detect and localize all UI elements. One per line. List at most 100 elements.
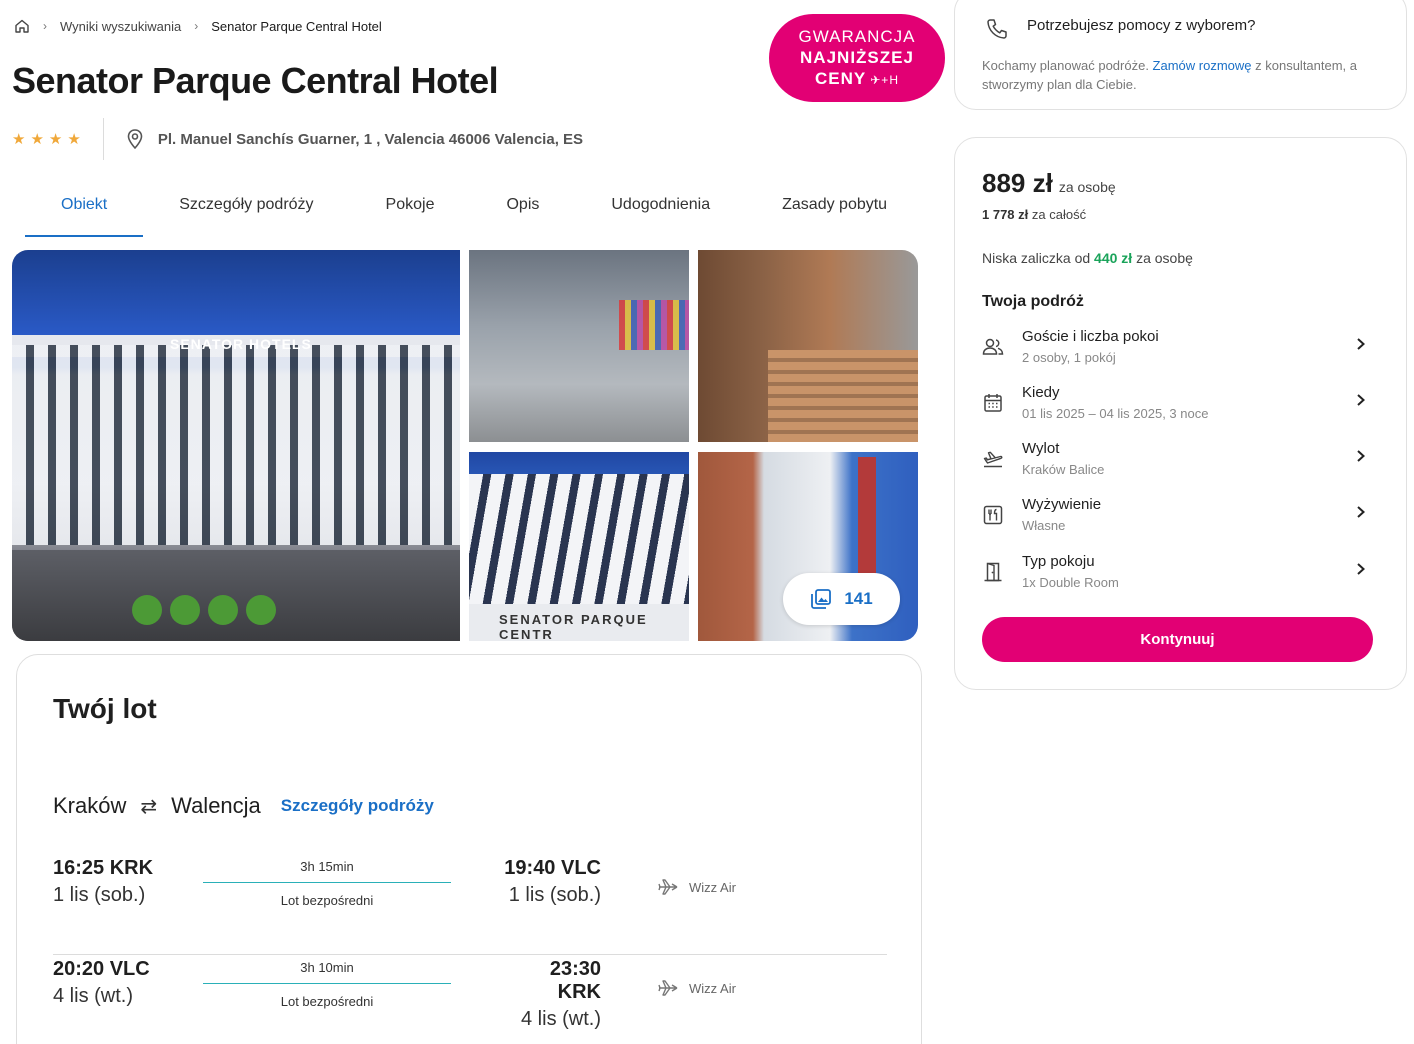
trip-row-value: 01 lis 2025 – 04 lis 2025, 3 noce [1022, 406, 1209, 421]
help-title: Potrzebujesz pomocy z wyborem? [1027, 17, 1256, 34]
trip-row-label: Typ pokoju [1022, 553, 1095, 570]
order-call-link[interactable]: Zamów rozmowę [1153, 58, 1252, 73]
leg-departure: 16:25 KRK 1 lis (sob.) [53, 857, 153, 907]
plane-hotel-icon: ✈+H [870, 73, 899, 87]
flight-leg-return: 20:20 VLC 4 lis (wt.) 3h 10min Lot bezpo… [53, 956, 887, 1044]
trip-row-label: Goście i liczba pokoi [1022, 328, 1159, 345]
stairs [768, 350, 918, 442]
leg-duration: 3h 15min Lot bezpośredni [203, 859, 451, 908]
page-title: Senator Parque Central Hotel [12, 60, 499, 101]
location-pin-icon [124, 128, 146, 150]
price-total-amount: 1 778 zł [982, 207, 1029, 222]
departure-date: 1 lis (sob.) [53, 884, 146, 906]
chevron-right-icon [1354, 502, 1368, 522]
continue-button[interactable]: Kontynuuj [982, 617, 1373, 662]
gallery-photo-entrance[interactable] [469, 250, 689, 442]
flight-leg-outbound: 16:25 KRK 1 lis (sob.) 3h 15min Lot bezp… [53, 855, 887, 955]
home-icon[interactable] [14, 18, 30, 34]
badge-line-2: NAJNIŻSZEJ [800, 48, 914, 67]
tab-szczegoly-podrozy[interactable]: Szczegóły podróży [143, 182, 349, 237]
tab-udogodnienia[interactable]: Udogodnienia [575, 182, 746, 237]
arrival-date: 1 lis (sob.) [508, 884, 601, 906]
flight-type: Lot bezpośredni [280, 994, 374, 1009]
building-facade [12, 345, 460, 545]
trip-row-label: Kiedy [1022, 384, 1060, 401]
trip-row-value: 1x Double Room [1022, 575, 1119, 590]
flight-card-title: Twój lot [53, 693, 157, 724]
leg-arrival: 23:30 KRK 4 lis (wt.) [503, 958, 601, 1031]
deposit-label: Niska zaliczka od [982, 250, 1091, 266]
hotel-info-row: ★ ★ ★ ★ Pl. Manuel Sanchís Guarner, 1 , … [12, 118, 583, 160]
hotel-tabs: Obiekt Szczegóły podróży Pokoje Opis Udo… [25, 182, 923, 237]
trip-row-guests[interactable]: Goście i liczba pokoi 2 osoby, 1 pokój [982, 328, 1372, 376]
plane-icon [657, 976, 681, 1000]
duration-line [203, 983, 451, 984]
plane-icon [657, 875, 681, 899]
arrival-time: 19:40 VLC [504, 857, 601, 879]
breadcrumb-item-search-results[interactable]: Wyniki wyszukiwania [60, 19, 181, 34]
address-text: Pl. Manuel Sanchís Guarner, 1 , Valencia… [157, 130, 584, 148]
trip-row-departure[interactable]: Wylot Kraków Balice [982, 440, 1372, 488]
photo-count: 141 [844, 589, 873, 608]
trip-row-dates[interactable]: Kiedy 01 lis 2025 – 04 lis 2025, 3 noce [982, 384, 1372, 432]
price-per-label: za osobę [1058, 179, 1116, 195]
tab-opis[interactable]: Opis [470, 182, 575, 237]
show-all-photos-button[interactable]: 141 [783, 573, 900, 625]
chevron-right-icon [1354, 334, 1368, 354]
door-icon [982, 561, 1004, 583]
gallery-photo-main[interactable]: SENATOR HOTELS [12, 250, 460, 641]
price-per-person: 889 zł za osobę [982, 168, 1116, 199]
duration-text: 3h 10min [300, 960, 354, 975]
star-icon: ★ [30, 131, 44, 148]
chevron-right-icon [1354, 446, 1368, 466]
tab-pokoje[interactable]: Pokoje [350, 182, 471, 237]
lowest-price-guarantee-badge[interactable]: GWARANCJA NAJNIŻSZEJ CENY ✈+H [769, 14, 945, 102]
price-amount: 889 zł [982, 168, 1053, 198]
flight-card: Twój lot Kraków ⇄ Walencja Szczegóły pod… [16, 654, 922, 1044]
trip-details-link[interactable]: Szczegóły podróży [281, 796, 434, 816]
help-text-before: Kochamy planować podróże. [982, 58, 1153, 73]
arrival-time: 23:30 KRK [549, 958, 601, 1003]
facade-stripes [469, 474, 689, 604]
chevron-right-icon [1354, 559, 1368, 579]
deposit-info: Niska zaliczka od 440 zł za osobę [982, 250, 1193, 266]
trip-row-value: 2 osoby, 1 pokój [1022, 350, 1116, 365]
help-text: Kochamy planować podróże. Zamów rozmowę … [982, 56, 1392, 94]
guests-icon [982, 336, 1004, 358]
badge-line-3: CENY ✈+H [769, 68, 945, 91]
leg-arrival: 19:40 VLC 1 lis (sob.) [503, 857, 601, 907]
airline: Wizz Air [657, 875, 736, 899]
gallery-icon [810, 588, 832, 610]
phone-icon [985, 17, 1009, 41]
chevron-right-icon: › [43, 19, 47, 33]
leg-departure: 20:20 VLC 4 lis (wt.) [53, 958, 150, 1008]
flags [619, 300, 689, 350]
tab-obiekt[interactable]: Obiekt [25, 182, 144, 237]
arrival-date: 4 lis (wt.) [521, 1008, 601, 1030]
star-icon: ★ [12, 131, 26, 148]
trip-row-room-type[interactable]: Typ pokoju 1x Double Room [982, 553, 1372, 601]
gallery-photo-lobby-stairs[interactable] [698, 250, 918, 442]
breadcrumb-item-current: Senator Parque Central Hotel [211, 18, 382, 34]
star-rating: ★ ★ ★ ★ [12, 130, 81, 148]
hotel-address: Pl. Manuel Sanchís Guarner, 1 , Valencia… [124, 128, 583, 150]
gallery-photo-facade[interactable]: SENATOR PARQUE CENTR [469, 452, 689, 641]
trees [132, 595, 276, 625]
departure-date: 4 lis (wt.) [53, 985, 133, 1007]
chevron-right-icon [1354, 390, 1368, 410]
hotel-sign: SENATOR HOTELS [170, 336, 312, 352]
trip-row-label: Wylot [1022, 440, 1060, 457]
flight-type: Lot bezpośredni [280, 893, 374, 908]
airline-name: Wizz Air [689, 980, 736, 996]
airline-name: Wizz Air [689, 879, 736, 895]
leg-duration: 3h 10min Lot bezpośredni [203, 960, 451, 1009]
star-icon: ★ [48, 131, 63, 148]
trip-row-meals[interactable]: Wyżywienie Własne [982, 496, 1372, 544]
swap-arrows-icon: ⇄ [140, 795, 158, 818]
breadcrumb: › Wyniki wyszukiwania › Senator Parque C… [14, 18, 382, 34]
deposit-amount: 440 zł [1094, 250, 1133, 266]
trip-section-title: Twoja podróż [982, 293, 1084, 310]
chevron-right-icon: › [194, 19, 199, 33]
photo-gallery: SENATOR HOTELS SENATOR PARQUE CENTR [12, 250, 918, 641]
tab-zasady-pobytu[interactable]: Zasady pobytu [746, 182, 923, 237]
